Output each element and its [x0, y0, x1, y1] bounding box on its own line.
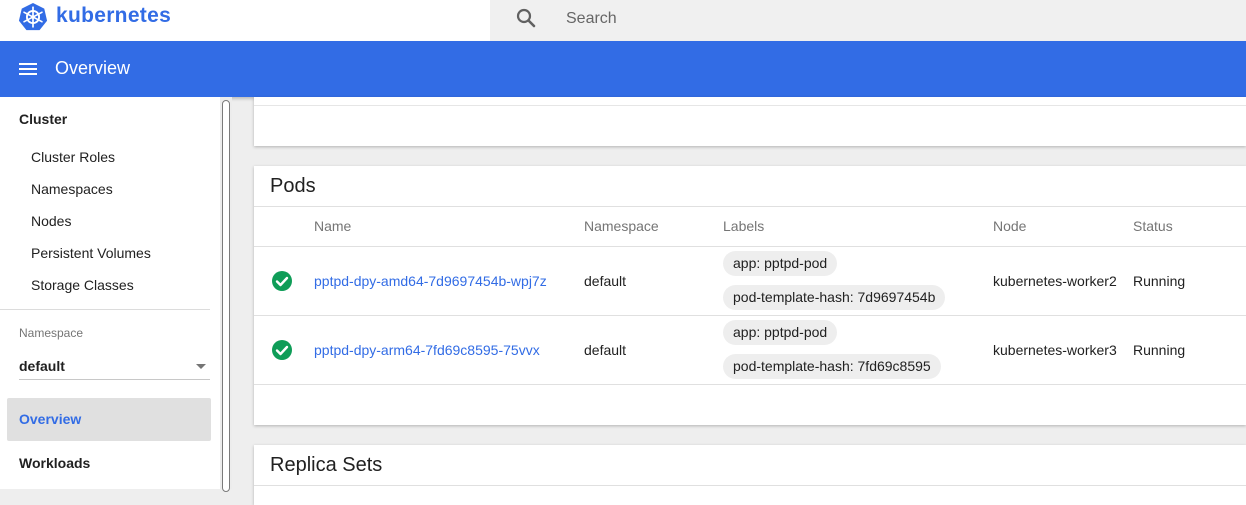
- label-chip: app: pptpd-pod: [723, 320, 838, 345]
- sidebar: Cluster Cluster Roles Namespaces Nodes P…: [0, 97, 220, 489]
- pod-name-link[interactable]: pptpd-dpy-amd64-7d9697454b-wpj7z: [314, 273, 547, 289]
- kubernetes-logo-icon: [18, 2, 48, 31]
- search-icon: [516, 8, 536, 28]
- sidebar-item-overview[interactable]: Overview: [7, 398, 211, 441]
- sidebar-heading-workloads[interactable]: Workloads: [19, 455, 90, 471]
- pod-status: Running: [1133, 342, 1186, 358]
- check-circle-icon: [272, 271, 292, 291]
- search-bar: [490, 0, 1246, 41]
- top-bar: kubernetes: [0, 0, 1246, 41]
- table-row: pptpd-dpy-arm64-7fd69c8595-75vvx default…: [254, 316, 1246, 385]
- namespace-value: default: [19, 358, 65, 374]
- search-input[interactable]: [564, 5, 1168, 33]
- brand-name: kubernetes: [56, 4, 172, 27]
- table-divider: [254, 384, 1246, 385]
- namespace-select[interactable]: default: [19, 355, 210, 380]
- dropdown-arrow-icon: [196, 364, 206, 369]
- pod-status: Running: [1133, 273, 1186, 289]
- sidebar-heading-cluster[interactable]: Cluster: [19, 111, 67, 127]
- menu-icon[interactable]: [16, 57, 40, 81]
- table-row: pptpd-dpy-amd64-7d9697454b-wpj7z default…: [254, 247, 1246, 316]
- pod-node: kubernetes-worker3: [993, 342, 1117, 358]
- replica-sets-card: Replica Sets: [254, 445, 1246, 505]
- pod-namespace: default: [584, 342, 627, 358]
- brand[interactable]: kubernetes: [0, 0, 490, 41]
- replica-sets-card-title: Replica Sets: [270, 454, 383, 476]
- label-chip: pod-template-hash: 7d9697454b: [723, 285, 946, 310]
- sidebar-scrollbar[interactable]: [222, 100, 230, 492]
- pods-card: Pods Name Namespace Labels Node Status p…: [254, 166, 1246, 425]
- label-chip: pod-template-hash: 7fd69c8595: [723, 354, 941, 379]
- previous-card: [254, 97, 1246, 146]
- card-divider: [254, 105, 1246, 106]
- column-header-name[interactable]: Name: [314, 218, 351, 234]
- sidebar-divider: [0, 309, 210, 310]
- table-divider: [254, 485, 1246, 486]
- table-divider: [254, 206, 1246, 207]
- sidebar-item-persistent-volumes[interactable]: Persistent Volumes: [31, 245, 151, 261]
- label-chip: app: pptpd-pod: [723, 251, 838, 276]
- sidebar-item-cluster-roles[interactable]: Cluster Roles: [31, 149, 115, 165]
- pods-card-title: Pods: [270, 175, 316, 197]
- pod-node: kubernetes-worker2: [993, 273, 1117, 289]
- sidebar-item-namespaces[interactable]: Namespaces: [31, 181, 113, 197]
- pod-namespace: default: [584, 273, 627, 289]
- pod-name-link[interactable]: pptpd-dpy-arm64-7fd69c8595-75vvx: [314, 342, 540, 358]
- sidebar-item-nodes[interactable]: Nodes: [31, 213, 71, 229]
- column-header-node[interactable]: Node: [993, 218, 1026, 234]
- namespace-label: Namespace: [19, 326, 84, 340]
- column-header-status: Status: [1133, 218, 1173, 234]
- sidebar-item-storage-classes[interactable]: Storage Classes: [31, 277, 134, 293]
- app-header: Overview: [0, 41, 1246, 97]
- column-header-namespace[interactable]: Namespace: [584, 218, 659, 234]
- page-title: Overview: [55, 58, 131, 78]
- check-circle-icon: [272, 340, 292, 360]
- sidebar-item-label: Overview: [19, 411, 82, 427]
- column-header-labels: Labels: [723, 218, 765, 234]
